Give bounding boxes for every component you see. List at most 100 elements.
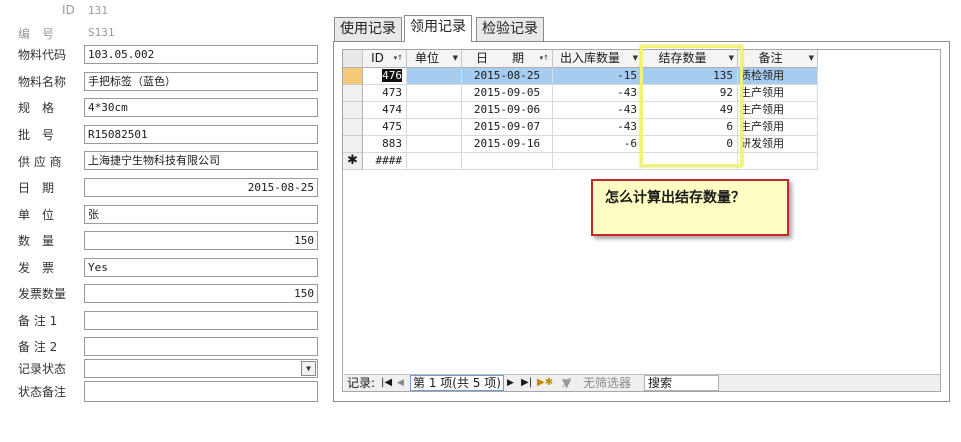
sort-dropdown-icon[interactable]: ▾↑ [394, 50, 403, 67]
cell-date[interactable]: 2015-09-06 [462, 102, 553, 119]
next-record-icon[interactable]: ▶ [507, 375, 514, 391]
cell-balance[interactable]: 49 [642, 102, 738, 119]
material-code-field[interactable]: 103.05.002 [84, 45, 318, 64]
cell-qty[interactable]: -43 [553, 119, 642, 136]
cell-qty[interactable]: -43 [553, 85, 642, 102]
dropdown-icon[interactable]: ▼ [809, 50, 814, 67]
column-header-qty-label: 出入库数量 [559, 51, 620, 65]
cell-date[interactable]: 2015-09-07 [462, 119, 553, 136]
note-2-field[interactable] [84, 337, 318, 356]
prev-record-icon[interactable]: ◀ [397, 375, 404, 391]
material-name-field[interactable]: 手把标签（蓝色） [84, 72, 318, 91]
field-label-material-name: 物料名称 [18, 75, 67, 89]
select-all-corner[interactable] [343, 50, 363, 68]
dropdown-icon[interactable]: ▼ [633, 50, 638, 67]
quantity-field[interactable]: 150 [84, 231, 318, 250]
cell-id[interactable]: 476 [363, 68, 407, 85]
code-label: 编 号 [18, 27, 55, 41]
column-header-balance[interactable]: 结存数量 ▼ [642, 50, 738, 68]
last-record-icon[interactable]: ▶| [521, 375, 532, 391]
cell-date[interactable]: 2015-08-25 [462, 68, 553, 85]
spec-field[interactable]: 4*30cm [84, 98, 318, 117]
cell-id[interactable]: 475 [363, 119, 407, 136]
tab-usage-records[interactable]: 使用记录 [334, 17, 402, 41]
cell-balance[interactable]: 0 [642, 136, 738, 153]
cell-unit[interactable] [407, 85, 462, 102]
column-header-id[interactable]: ID ▾↑ [363, 50, 407, 68]
column-header-unit-label: 单位 [414, 51, 439, 65]
column-header-balance-label: 结存数量 [658, 51, 707, 65]
new-row-cell[interactable] [738, 153, 818, 170]
cell-unit[interactable] [407, 136, 462, 153]
field-label-supplier: 供 应 商 [18, 155, 62, 169]
cell-id[interactable]: 473 [363, 85, 407, 102]
date-field[interactable]: 2015-08-25 [84, 178, 318, 197]
new-row-cell[interactable] [642, 153, 738, 170]
row-selector[interactable] [343, 68, 363, 85]
row-selector[interactable] [343, 85, 363, 102]
unit-field[interactable]: 张 [84, 205, 318, 224]
invoice-quantity-field[interactable]: 150 [84, 284, 318, 303]
first-record-icon[interactable]: |◀ [381, 375, 392, 391]
cell-qty[interactable]: -43 [553, 102, 642, 119]
new-record-icon[interactable]: ▶✱ [537, 375, 553, 391]
filter-icon[interactable]: ▼̸ [562, 375, 571, 391]
cell-balance[interactable]: 6 [642, 119, 738, 136]
field-label-invoice-qty: 发票数量 [18, 287, 67, 301]
row-selector[interactable] [343, 119, 363, 136]
field-label-material-code: 物料代码 [18, 48, 67, 62]
cell-note[interactable]: 质检领用 [738, 68, 818, 85]
cell-qty[interactable]: -6 [553, 136, 642, 153]
field-label-note-2: 备 注 2 [18, 340, 58, 354]
new-row-cell[interactable] [462, 153, 553, 170]
note-1-field[interactable] [84, 311, 318, 330]
column-header-qty[interactable]: 出入库数量 ▼ [553, 50, 642, 68]
field-label-quantity: 数 量 [18, 234, 55, 248]
sort-dropdown-icon[interactable]: ▾↑ [540, 50, 549, 67]
dropdown-icon[interactable]: ▼ [453, 50, 458, 67]
cell-balance[interactable]: 92 [642, 85, 738, 102]
field-label-date: 日 期 [18, 181, 55, 195]
cell-date[interactable]: 2015-09-16 [462, 136, 553, 153]
field-label-spec: 规 格 [18, 101, 55, 115]
new-row-cell[interactable] [553, 153, 642, 170]
column-header-note[interactable]: 备注 ▼ [738, 50, 818, 68]
cell-balance[interactable]: 135 [642, 68, 738, 85]
new-row-marker[interactable]: ✱ [343, 153, 363, 170]
tab-inspection-records[interactable]: 检验记录 [476, 17, 544, 41]
new-row-id[interactable]: #### [363, 153, 407, 170]
code-value: S131 [88, 26, 115, 39]
chevron-down-icon[interactable]: ▼ [301, 361, 316, 376]
field-label-unit: 单 位 [18, 208, 55, 222]
cell-note[interactable]: 生产领用 [738, 119, 818, 136]
cell-qty[interactable]: -15 [553, 68, 642, 85]
field-label-invoice: 发 票 [18, 261, 55, 275]
cell-unit[interactable] [407, 102, 462, 119]
supplier-field[interactable]: 上海捷宁生物科技有限公司 [84, 151, 318, 170]
dropdown-icon[interactable]: ▼ [729, 50, 734, 67]
cell-unit[interactable] [407, 68, 462, 85]
no-filter-button[interactable]: 无筛选器 [583, 375, 631, 391]
question-callout: 怎么计算出结存数量？ [591, 179, 789, 236]
search-input[interactable]: 搜索 [644, 375, 719, 391]
cell-unit[interactable] [407, 119, 462, 136]
record-status-select[interactable]: ▼ [84, 359, 318, 378]
field-label-record-status: 记录状态 [18, 362, 67, 376]
status-note-field[interactable] [84, 381, 318, 402]
batch-field[interactable]: R15082501 [84, 125, 318, 144]
cell-id[interactable]: 883 [363, 136, 407, 153]
field-label-note-1: 备 注 1 [18, 314, 58, 328]
cell-note[interactable]: 生产领用 [738, 102, 818, 119]
row-selector[interactable] [343, 136, 363, 153]
record-position-field[interactable]: 第 1 项(共 5 项) [410, 375, 504, 391]
new-row-cell[interactable] [407, 153, 462, 170]
invoice-field[interactable]: Yes [84, 258, 318, 277]
row-selector[interactable] [343, 102, 363, 119]
cell-date[interactable]: 2015-09-05 [462, 85, 553, 102]
tab-requisition-records[interactable]: 领用记录 [404, 15, 472, 42]
cell-note[interactable]: 研发领用 [738, 136, 818, 153]
column-header-date[interactable]: 日 期 ▾↑ [462, 50, 553, 68]
column-header-unit[interactable]: 单位 ▼ [407, 50, 462, 68]
cell-id[interactable]: 474 [363, 102, 407, 119]
cell-note[interactable]: 生产领用 [738, 85, 818, 102]
